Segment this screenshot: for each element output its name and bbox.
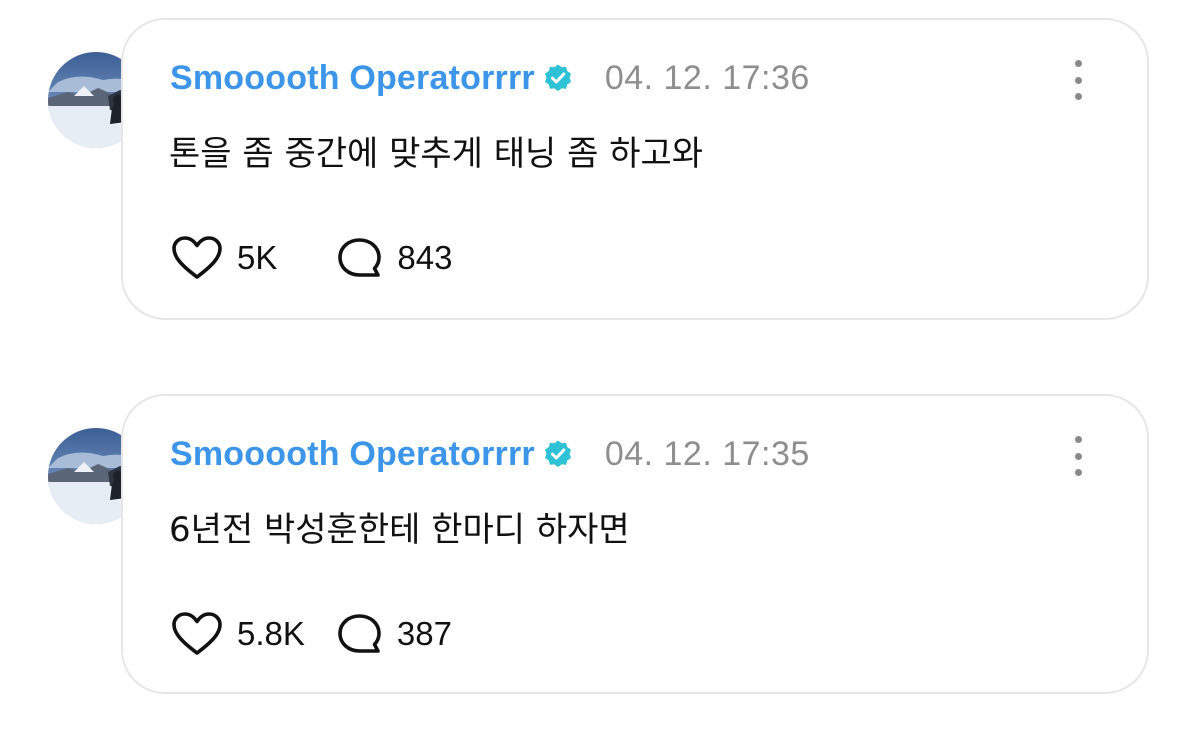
post-actions: 5K 843 (171, 232, 452, 284)
timestamp: 04. 12. 17:36 (604, 58, 810, 97)
post-header: Smooooth Operatorrrr 04. 12. 17:35 (170, 432, 810, 476)
comment-count: 843 (397, 239, 453, 276)
post-card[interactable]: Smooooth Operatorrrr 04. 12. 17:35 6년전 박… (121, 394, 1149, 694)
like-button[interactable]: 5.8K (171, 611, 305, 657)
vertical-ellipsis-icon (1074, 76, 1082, 84)
verified-badge-icon (543, 63, 573, 93)
like-count: 5K (237, 239, 278, 276)
post-text: 6년전 박성훈한테 한마디 하자면 (169, 510, 630, 550)
verified-badge-icon (543, 439, 573, 469)
speech-bubble-icon (338, 614, 381, 653)
speech-bubble-icon (338, 238, 382, 277)
post-header: Smooooth Operatorrrr 04. 12. 17:36 (170, 56, 810, 100)
more-options-button[interactable] (1067, 60, 1089, 100)
comment-button[interactable]: 843 (335, 235, 452, 281)
vertical-ellipsis-icon (1074, 93, 1082, 100)
author-name[interactable]: Smooooth Operatorrrr (170, 59, 535, 98)
timestamp: 04. 12. 17:35 (604, 434, 810, 473)
author-name[interactable]: Smooooth Operatorrrr (170, 435, 535, 474)
post-text: 톤을 좀 중간에 맞추게 태닝 좀 하고와 (169, 134, 704, 174)
post-card[interactable]: Smooooth Operatorrrr 04. 12. 17:36 톤을 좀 … (121, 18, 1149, 320)
comment-button[interactable]: 387 (335, 611, 452, 657)
post-actions: 5.8K 387 (171, 608, 452, 660)
comment-count: 387 (396, 615, 452, 652)
more-options-button[interactable] (1067, 436, 1089, 476)
heart-icon (172, 612, 222, 655)
vertical-ellipsis-icon (1074, 469, 1082, 476)
like-button[interactable]: 5K (171, 235, 277, 281)
like-count: 5.8K (237, 615, 305, 652)
vertical-ellipsis-icon (1074, 452, 1082, 460)
vertical-ellipsis-icon (1074, 60, 1082, 67)
heart-icon (172, 236, 222, 279)
vertical-ellipsis-icon (1074, 436, 1082, 443)
